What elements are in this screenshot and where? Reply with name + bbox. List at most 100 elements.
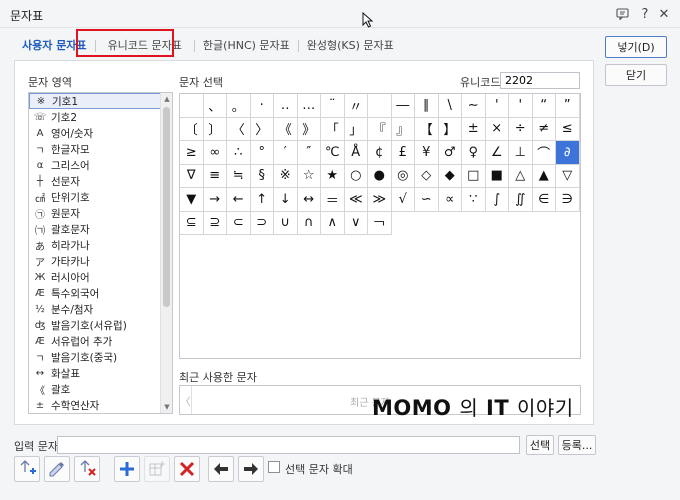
symbol-cell[interactable]: √ (391, 188, 415, 212)
symbol-cell[interactable]: · (250, 94, 274, 118)
list-item[interactable]: ↔ 화살표 (29, 365, 172, 381)
list-item[interactable]: ㈀ 괄호문자 (29, 221, 172, 237)
symbol-cell[interactable]: ∥ (415, 94, 439, 118)
symbol-cell[interactable]: ＝ (321, 188, 345, 212)
symbol-cell[interactable]: ℃ (321, 141, 345, 165)
symbol-cell[interactable]: ∠ (485, 141, 509, 165)
symbol-cell[interactable]: ∼ (462, 94, 486, 118)
delete-icon[interactable] (174, 456, 200, 482)
symbol-cell[interactable]: 。 (227, 94, 251, 118)
symbol-cell[interactable]: ↑ (250, 188, 274, 212)
chevron-left-icon[interactable]: 〈 (180, 386, 192, 414)
close-button[interactable]: 닫기 (605, 64, 667, 86)
table-add-icon[interactable] (144, 456, 170, 482)
list-item[interactable]: ☏ 기호2 (29, 109, 172, 125)
list-item[interactable]: ア 가타카나 (29, 253, 172, 269)
symbol-cell[interactable]: 》 (297, 117, 321, 141)
list-item[interactable]: ʤ 발음기호(서유럽) (29, 317, 172, 333)
question-icon[interactable]: ? (637, 6, 653, 22)
symbol-cell[interactable]: 、 (203, 94, 227, 118)
symbol-cell[interactable]: ¨ (321, 94, 345, 118)
symbol-cell[interactable]: ¢ (368, 141, 392, 165)
symbol-cell[interactable]: ♂ (438, 141, 462, 165)
symbol-cell[interactable]: ― (391, 94, 415, 118)
symbol-cell[interactable]: ∝ (438, 188, 462, 212)
symbol-cell[interactable] (368, 94, 392, 118)
symbol-cell[interactable]: 〔 (180, 117, 204, 141)
symbol-cell[interactable]: ⊇ (203, 211, 227, 235)
symbol-cell[interactable]: 〃 (344, 94, 368, 118)
list-item[interactable]: あ 히라가나 (29, 237, 172, 253)
tab-ks-charmap[interactable]: 완성형(KS) 문자표 (299, 36, 402, 56)
register-button[interactable]: 등록... (558, 435, 596, 455)
scroll-down-icon[interactable]: ▼ (161, 401, 172, 413)
list-item[interactable]: ㄱ 한글자모 (29, 141, 172, 157)
symbol-cell[interactable]: ∞ (203, 141, 227, 165)
symbol-cell[interactable]: ¥ (415, 141, 439, 165)
symbol-cell[interactable]: ★ (321, 164, 345, 188)
unicode-input[interactable] (500, 72, 580, 89)
symbol-cell[interactable]: ◆ (438, 164, 462, 188)
symbol-cell[interactable]: ○ (344, 164, 368, 188)
symbol-cell[interactable]: ← (227, 188, 251, 212)
symbol-cell[interactable]: ※ (274, 164, 298, 188)
scroll-up-icon[interactable]: ▲ (161, 93, 172, 105)
symbol-cell[interactable]: 〉 (250, 117, 274, 141)
symbol-cell[interactable]: ∪ (274, 211, 298, 235)
symbol-cell[interactable]: ∬ (509, 188, 533, 212)
symbol-cell[interactable]: 「 (321, 117, 345, 141)
symbol-cell[interactable]: ● (368, 164, 392, 188)
symbol-cell[interactable]: ↔ (297, 188, 321, 212)
symbol-cell[interactable]: ⌒ (532, 141, 556, 165)
symbol-cell[interactable]: ≪ (344, 188, 368, 212)
symbol-cell[interactable]: ‥ (274, 94, 298, 118)
symbol-cell[interactable]: “ (532, 94, 556, 118)
category-scrollbar[interactable]: ▲ ▼ (160, 93, 172, 413)
arrow-left-icon[interactable] (208, 456, 234, 482)
list-item[interactable]: Æ 서유럽어 추가 (29, 333, 172, 349)
symbol-cell[interactable]: ◎ (391, 164, 415, 188)
symbol-cell[interactable]: ± (462, 117, 486, 141)
symbol-cell[interactable]: ∈ (532, 188, 556, 212)
symbol-cell[interactable]: ∩ (297, 211, 321, 235)
symbol-cell[interactable]: ∋ (556, 188, 580, 212)
add-user-charmap-icon[interactable] (14, 456, 40, 482)
list-item[interactable]: ㎠ 단위기호 (29, 189, 172, 205)
edit-user-charmap-icon[interactable] (44, 456, 70, 482)
symbol-cell[interactable]: ∇ (180, 164, 204, 188)
input-chars-field[interactable] (57, 436, 520, 454)
symbol-cell[interactable]: ≡ (203, 164, 227, 188)
symbol-cell[interactable]: 【 (415, 117, 439, 141)
list-item[interactable]: Æ 특수외국어 (29, 285, 172, 301)
symbol-cell[interactable]: ” (556, 94, 580, 118)
symbol-cell[interactable]: ⊃ (250, 211, 274, 235)
symbol-cell[interactable]: 〕 (203, 117, 227, 141)
symbol-cell[interactable]: ″ (297, 141, 321, 165)
symbol-cell[interactable]: → (203, 188, 227, 212)
symbol-cell[interactable]: ≥ (180, 141, 204, 165)
help-icon[interactable] (614, 6, 630, 22)
symbol-cell[interactable]: ∴ (227, 141, 251, 165)
symbol-cell[interactable]: ∧ (321, 211, 345, 235)
symbol-cell[interactable]: ▼ (180, 188, 204, 212)
symbol-cell[interactable]: ≤ (556, 117, 580, 141)
symbol-cell[interactable]: ∫ (485, 188, 509, 212)
symbol-cell[interactable]: △ (509, 164, 533, 188)
symbol-cell[interactable]: Å (344, 141, 368, 165)
list-item[interactable]: ※ 기호1 (29, 93, 172, 109)
symbol-cell[interactable]: ⊥ (509, 141, 533, 165)
symbol-cell[interactable]: ↓ (274, 188, 298, 212)
arrow-right-icon[interactable] (238, 456, 264, 482)
symbol-cell[interactable]: § (250, 164, 274, 188)
symbol-cell[interactable]: ⊆ (180, 211, 204, 235)
list-item[interactable]: Ж 러시아어 (29, 269, 172, 285)
list-item[interactable]: ┼ 선문자 (29, 173, 172, 189)
category-list[interactable]: ※ 기호1 ☏ 기호2 A 영어/숫자 ㄱ 한글자모 α 그리스어 ┼ 선문자 ㎠ 단위기호 ㉠ 원문자 ㈀ 괄호… (28, 92, 173, 414)
symbol-cell[interactable]: ■ (485, 164, 509, 188)
symbol-cell[interactable]: 《 (274, 117, 298, 141)
show-large-checkbox[interactable] (268, 461, 280, 473)
list-item[interactable]: A 영어/숫자 (29, 125, 172, 141)
select-button[interactable]: 선택 (526, 435, 554, 455)
tab-hnc-charmap[interactable]: 한글(HNC) 문자표 (195, 36, 298, 56)
close-icon[interactable]: ✕ (656, 6, 672, 22)
